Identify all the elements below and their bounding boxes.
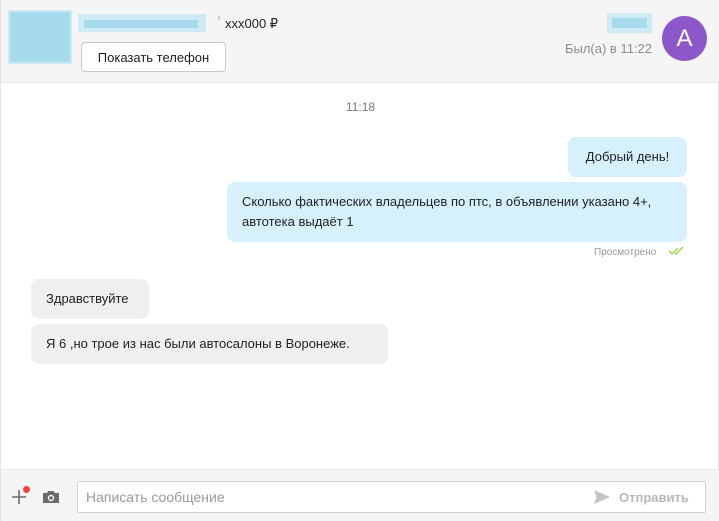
seen-status: Просмотрено — [594, 247, 657, 258]
listing-title-redacted[interactable] — [78, 14, 206, 32]
message-incoming: Здравствуйте — [31, 279, 149, 319]
message-outgoing: Сколько фактических владельцев по птс, в… — [227, 182, 687, 242]
double-check-icon — [668, 246, 684, 255]
show-phone-button[interactable]: Показать телефон — [81, 42, 226, 72]
avatar[interactable]: А — [662, 16, 707, 61]
listing-price: xxx000 ₽ — [225, 16, 279, 31]
send-label: Отправить — [619, 489, 689, 505]
last-seen-status: Был(а) в 11:22 — [564, 41, 652, 56]
send-arrow-icon — [594, 490, 610, 504]
camera-icon[interactable] — [42, 488, 60, 506]
chat-window: xxx000 ₽ Показать телефон Был(а) в 11:22… — [0, 0, 719, 521]
notification-dot — [23, 486, 30, 493]
time-separator: 11:18 — [345, 100, 376, 114]
chat-header: xxx000 ₽ Показать телефон Был(а) в 11:22… — [1, 0, 719, 83]
send-button[interactable]: Отправить — [593, 487, 689, 507]
user-name-redacted[interactable] — [607, 13, 652, 33]
message-outgoing: Добрый день! — [568, 137, 687, 177]
listing-thumbnail[interactable] — [8, 10, 72, 64]
message-incoming: Я 6 ,но трое из нас были автосалоны в Во… — [31, 324, 388, 364]
price-separator — [218, 16, 220, 20]
